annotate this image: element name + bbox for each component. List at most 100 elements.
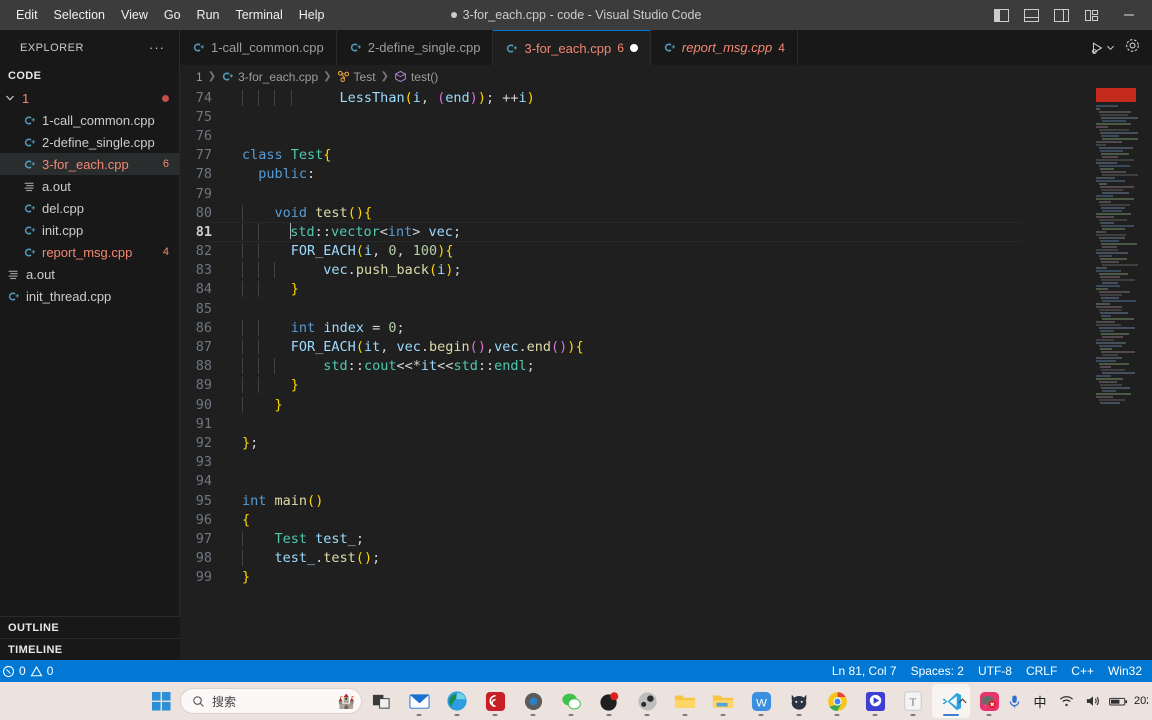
- file-item-3-for-each-cpp[interactable]: 3-for_each.cpp 6: [0, 153, 179, 175]
- editor-tab-2-define-single-cpp[interactable]: 2-define_single.cpp: [336, 30, 494, 65]
- file-item-2-define-single-cpp[interactable]: 2-define_single.cpp: [0, 131, 179, 153]
- code-line[interactable]: 89 }: [180, 376, 1152, 395]
- code-line[interactable]: 83 vec.push_back(i);: [180, 261, 1152, 280]
- code-line[interactable]: 94: [180, 472, 1152, 491]
- code-line[interactable]: 74 LessThan(i, (end)); ++i): [180, 88, 1152, 107]
- chrome-browser[interactable]: [818, 684, 856, 718]
- task-view-button[interactable]: [362, 684, 400, 718]
- microphone-icon[interactable]: [1002, 684, 1026, 718]
- settings-app[interactable]: [514, 684, 552, 718]
- file-item-1-call-common-cpp[interactable]: 1-call_common.cpp: [0, 109, 179, 131]
- platform-target[interactable]: Win32: [1101, 660, 1152, 682]
- breadcrumb-item-test-[interactable]: test(): [394, 70, 438, 84]
- wifi-icon[interactable]: [1054, 684, 1078, 718]
- code-line[interactable]: 95 int main(): [180, 491, 1152, 510]
- explorer-section-code[interactable]: CODE: [0, 65, 179, 87]
- code-line[interactable]: 75: [180, 107, 1152, 126]
- toggle-primary-sidebar-icon[interactable]: [986, 0, 1016, 30]
- ime-indicator[interactable]: 中: [1028, 684, 1052, 718]
- code-line[interactable]: 87 FOR_EACH(it, vec.begin(),vec.end()){: [180, 337, 1152, 356]
- breadcrumb-item-3-for-each-cpp[interactable]: 3-for_each.cpp: [221, 70, 318, 84]
- menu-item-help[interactable]: Help: [291, 4, 333, 26]
- code-line[interactable]: 96 {: [180, 510, 1152, 529]
- battery-icon[interactable]: [1106, 684, 1130, 718]
- editor-tab-dirty-icon[interactable]: [629, 44, 638, 52]
- toggle-panel-icon[interactable]: [1016, 0, 1046, 30]
- code-line[interactable]: 77 class Test{: [180, 146, 1152, 165]
- file-explorer-2[interactable]: [704, 684, 742, 718]
- code-line[interactable]: 85: [180, 299, 1152, 318]
- code-line[interactable]: 82 FOR_EACH(i, 0, 100){: [180, 242, 1152, 261]
- volume-icon[interactable]: [1080, 684, 1104, 718]
- customize-layout-icon[interactable]: [1076, 0, 1106, 30]
- code-line[interactable]: 98 test_.test();: [180, 549, 1152, 568]
- wechat-app[interactable]: [552, 684, 590, 718]
- editor-tab-1-call-common-cpp[interactable]: 1-call_common.cpp: [180, 30, 337, 65]
- antivirus-icon[interactable]: [976, 684, 1000, 718]
- code-line[interactable]: 78 public:: [180, 165, 1152, 184]
- code-line[interactable]: 81 std::vector<int> vec;: [180, 222, 1152, 242]
- editor-tab-3-for-each-cpp[interactable]: 3-for_each.cpp 6: [493, 30, 651, 65]
- code-line[interactable]: 79: [180, 184, 1152, 203]
- minimap[interactable]: [1096, 88, 1138, 660]
- code-editor[interactable]: 74 LessThan(i, (end)); ++i) 75 76 77 class T…: [180, 88, 1152, 660]
- eol-setting[interactable]: CRLF: [1019, 660, 1064, 682]
- breadcrumb-item-1[interactable]: 1: [196, 70, 203, 84]
- toggle-secondary-sidebar-icon[interactable]: [1046, 0, 1076, 30]
- code-line[interactable]: 76: [180, 126, 1152, 145]
- file-item-a-out[interactable]: a.out: [0, 263, 179, 285]
- pane-timeline[interactable]: TIMELINE: [0, 638, 180, 660]
- menu-item-selection[interactable]: Selection: [46, 4, 113, 26]
- indentation-setting[interactable]: Spaces: 2: [904, 660, 971, 682]
- code-line[interactable]: 84 }: [180, 280, 1152, 299]
- taskbar-search-box[interactable]: 搜索 🏰: [180, 688, 362, 714]
- code-line[interactable]: 93: [180, 453, 1152, 472]
- tray-expand-icon[interactable]: [950, 684, 974, 718]
- explorer-more-actions-icon[interactable]: ···: [149, 40, 165, 55]
- code-line[interactable]: 88 std::cout<<*it<<std::endl;: [180, 357, 1152, 376]
- run-and-debug-icon[interactable]: [1090, 41, 1115, 55]
- taskbar-clock[interactable]: 202: [1132, 695, 1148, 707]
- cursor-position[interactable]: Ln 81, Col 7: [825, 660, 904, 682]
- code-line[interactable]: 80 void test(){: [180, 203, 1152, 222]
- start-button[interactable]: [142, 684, 180, 718]
- minimap-line: [1096, 198, 1134, 200]
- file-explorer[interactable]: [666, 684, 704, 718]
- code-line[interactable]: 86 int index = 0;: [180, 318, 1152, 337]
- file-item-a-out[interactable]: a.out: [0, 175, 179, 197]
- editor-scrollbar[interactable]: [1138, 88, 1152, 660]
- wps-office[interactable]: W: [742, 684, 780, 718]
- menu-item-edit[interactable]: Edit: [8, 4, 46, 26]
- minimap-line: [1101, 153, 1129, 155]
- typora-app[interactable]: T: [894, 684, 932, 718]
- minimize-button[interactable]: [1106, 0, 1152, 30]
- editor-settings-icon[interactable]: [1125, 38, 1140, 58]
- code-line[interactable]: 92};: [180, 433, 1152, 452]
- language-mode[interactable]: C++: [1064, 660, 1101, 682]
- menu-item-go[interactable]: Go: [156, 4, 189, 26]
- editor-tab-report-msg-cpp[interactable]: report_msg.cpp 4: [650, 30, 798, 65]
- file-item-init-thread-cpp[interactable]: init_thread.cpp: [0, 285, 179, 307]
- file-item-report-msg-cpp[interactable]: report_msg.cpp 4: [0, 241, 179, 263]
- problems-status[interactable]: 0 0: [0, 660, 60, 682]
- netease-music[interactable]: [476, 684, 514, 718]
- cat-app[interactable]: [780, 684, 818, 718]
- encoding-setting[interactable]: UTF-8: [971, 660, 1019, 682]
- menu-item-run[interactable]: Run: [189, 4, 228, 26]
- code-line[interactable]: 99}: [180, 568, 1152, 587]
- folder-row-1[interactable]: 1: [0, 87, 179, 109]
- file-item-init-cpp[interactable]: init.cpp: [0, 219, 179, 241]
- steam-app[interactable]: [628, 684, 666, 718]
- menu-item-terminal[interactable]: Terminal: [227, 4, 290, 26]
- code-line[interactable]: 97 Test test_;: [180, 529, 1152, 548]
- menu-item-view[interactable]: View: [113, 4, 156, 26]
- obs-studio[interactable]: [590, 684, 628, 718]
- code-line[interactable]: 91: [180, 414, 1152, 433]
- code-line[interactable]: 90 }: [180, 395, 1152, 414]
- mail-app[interactable]: [400, 684, 438, 718]
- potplayer[interactable]: [856, 684, 894, 718]
- edge-browser[interactable]: [438, 684, 476, 718]
- pane-outline[interactable]: OUTLINE: [0, 616, 180, 638]
- breadcrumb-item-test[interactable]: Test: [337, 70, 376, 84]
- file-item-del-cpp[interactable]: del.cpp: [0, 197, 179, 219]
